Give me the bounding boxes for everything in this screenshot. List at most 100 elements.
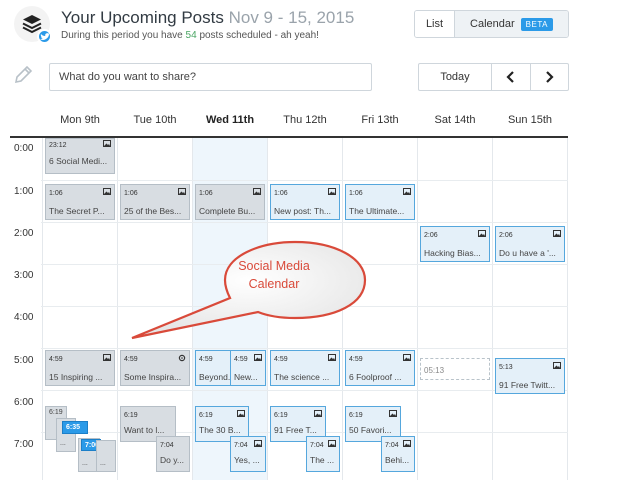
post-text: The 30 B...: [199, 425, 241, 435]
date-navigation: Today: [418, 63, 569, 91]
post-card[interactable]: 1:06 Complete Bu...: [195, 184, 265, 220]
day-header-mon[interactable]: Mon 9th: [42, 114, 118, 126]
post-text: The Ultimate...: [349, 206, 405, 216]
image-icon: [237, 410, 245, 417]
share-input[interactable]: [49, 63, 372, 91]
post-card[interactable]: 4:59 The science ...: [270, 350, 340, 386]
post-text: 15 Inspiring ...: [49, 372, 103, 382]
calendar-view-button[interactable]: Calendar BETA: [455, 11, 568, 37]
image-icon: [553, 230, 561, 237]
image-icon: [403, 188, 411, 195]
post-time: 4:59: [124, 356, 138, 363]
post-text: Want to l...: [124, 425, 165, 435]
calendar-label: Calendar: [470, 18, 515, 30]
day-column-sun[interactable]: [492, 138, 568, 480]
time-label: 2:00: [14, 228, 34, 239]
today-button[interactable]: Today: [419, 64, 492, 90]
day-header-thu[interactable]: Thu 12th: [267, 114, 343, 126]
post-time: 4:59: [274, 356, 288, 363]
day-header-sat[interactable]: Sat 14th: [417, 114, 493, 126]
post-text: Hacking Bias...: [424, 248, 481, 258]
post-card[interactable]: 5:13 91 Free Twitt...: [495, 358, 565, 394]
post-card[interactable]: 2:06 Hacking Bias...: [420, 226, 490, 262]
post-card[interactable]: 4:59 New...: [230, 350, 266, 386]
image-icon: [178, 188, 186, 195]
post-card[interactable]: 1:06 New post: Th...: [270, 184, 340, 220]
image-icon: [403, 440, 411, 447]
scheduled-summary: During this period you have 54 posts sch…: [61, 30, 319, 41]
post-text: 50 Favori...: [349, 425, 392, 435]
post-time: 6:19: [49, 409, 63, 416]
post-card[interactable]: 4:59 6 Foolproof ...: [345, 350, 415, 386]
day-header-wed[interactable]: Wed 11th: [192, 114, 268, 126]
image-icon: [328, 440, 336, 447]
image-icon: [328, 354, 336, 361]
gear-icon: [178, 354, 186, 362]
prev-week-button[interactable]: [492, 64, 531, 90]
image-icon: [389, 410, 397, 417]
post-text: ...: [100, 460, 106, 467]
view-toggle: List Calendar BETA: [414, 10, 569, 38]
day-column-sat[interactable]: [417, 138, 492, 480]
image-icon: [254, 440, 262, 447]
post-card[interactable]: 4:59 Beyond...: [195, 350, 231, 386]
post-card[interactable]: 7:04 Do y...: [156, 436, 190, 472]
post-card[interactable]: 1:06 25 of the Bes...: [120, 184, 190, 220]
post-card[interactable]: 4:59 15 Inspiring ...: [45, 350, 115, 386]
post-card[interactable]: 1:06 The Ultimate...: [345, 184, 415, 220]
image-icon: [103, 354, 111, 361]
post-time: 1:06: [49, 190, 63, 197]
post-time: 5:13: [499, 364, 513, 371]
post-time: 2:06: [424, 232, 438, 239]
post-text: The science ...: [274, 372, 330, 382]
post-time: 1:06: [349, 190, 363, 197]
post-card[interactable]: 4:59 Some Inspira...: [120, 350, 190, 386]
post-text: ...: [60, 440, 66, 447]
post-card[interactable]: 7:04 The ...: [306, 436, 340, 472]
summary-suffix: posts scheduled - ah yeah!: [199, 30, 319, 41]
post-time: 4:59: [49, 356, 63, 363]
post-text: 25 of the Bes...: [124, 206, 182, 216]
post-text: ...: [82, 460, 88, 467]
post-placeholder[interactable]: 05:13: [420, 358, 490, 380]
image-icon: [314, 410, 322, 417]
post-text: Beyond...: [199, 372, 230, 382]
hour-gridline: [41, 348, 568, 349]
post-text: The Secret P...: [49, 206, 105, 216]
post-card[interactable]: 2:06 Do u have a '...: [495, 226, 565, 262]
image-icon: [103, 140, 111, 147]
image-icon: [478, 230, 486, 237]
post-card[interactable]: 1:06 The Secret P...: [45, 184, 115, 220]
post-text: 6 Social Medi...: [49, 156, 108, 166]
post-card-mini[interactable]: ...: [96, 440, 116, 472]
date-range: Nov 9 - 15, 2015: [228, 8, 355, 27]
time-label: 1:00: [14, 186, 34, 197]
callout-label: Social Media Calendar: [228, 257, 320, 293]
time-label: 4:00: [14, 312, 34, 323]
post-text: New...: [234, 372, 258, 382]
time-label: 3:00: [14, 270, 34, 281]
post-time: 2:06: [499, 232, 513, 239]
post-text: New post: Th...: [274, 206, 332, 216]
callout-line-2: Calendar: [248, 277, 300, 291]
day-header-fri[interactable]: Fri 13th: [342, 114, 418, 126]
next-week-button[interactable]: [531, 64, 569, 90]
list-view-button[interactable]: List: [415, 11, 455, 37]
image-icon: [103, 188, 111, 195]
chevron-left-icon: [506, 71, 514, 83]
post-card[interactable]: 23:12 6 Social Medi...: [45, 138, 115, 174]
pencil-icon: [14, 65, 33, 84]
time-label: 5:00: [14, 355, 34, 366]
image-icon: [553, 362, 561, 369]
post-card[interactable]: 7:04 Behi...: [381, 436, 415, 472]
post-card[interactable]: 7:04 Yes, ...: [230, 436, 266, 472]
image-icon: [403, 354, 411, 361]
post-card-selected[interactable]: 6:35: [62, 421, 88, 434]
day-header-sun[interactable]: Sun 15th: [492, 114, 568, 126]
post-text: Yes, ...: [234, 455, 260, 465]
post-time: 6:35: [66, 424, 81, 431]
post-text: 6 Foolproof ...: [349, 372, 402, 382]
post-text: Do y...: [160, 455, 184, 465]
day-header-tue[interactable]: Tue 10th: [117, 114, 193, 126]
page-title: Your Upcoming Posts Nov 9 - 15, 2015: [61, 8, 354, 28]
